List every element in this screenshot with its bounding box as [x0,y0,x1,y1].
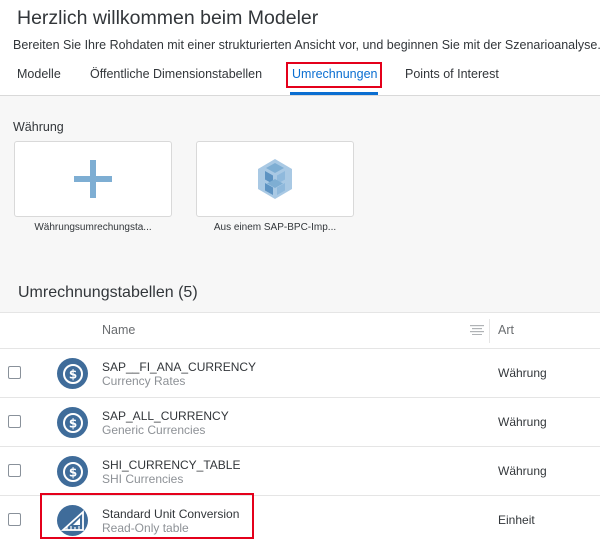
tab-public-dimension-tables[interactable]: Öffentliche Dimensionstabellen [90,67,262,81]
conversion-tables-title: Umrechnungstabellen (5) [18,284,198,301]
table-row[interactable]: Standard Unit Conversion Read-Only table… [0,493,600,544]
sort-icon[interactable] [470,325,484,335]
row-description: Generic Currencies [102,423,206,437]
row-checkbox[interactable] [8,415,21,428]
svg-text:$: $ [68,367,76,381]
tab-highlight-box [286,62,382,88]
row-checkbox[interactable] [8,366,21,379]
column-header-type[interactable]: Art [498,323,514,337]
row-type: Währung [498,366,547,380]
create-currency-table-caption: Währungsumrechungsta... [34,222,152,233]
table-header: Name Art [0,312,600,348]
column-header-name[interactable]: Name [102,323,135,337]
svg-text:$: $ [68,416,76,430]
cube-icon [258,159,292,199]
row-type: Währung [498,464,547,478]
import-from-bpc-tile[interactable] [196,141,354,217]
tab-points-of-interest[interactable]: Points of Interest [405,67,499,81]
row-name[interactable]: SHI_CURRENCY_TABLE [102,458,240,472]
row-type: Einheit [498,513,535,527]
plus-icon [74,160,112,198]
tab-modelle[interactable]: Modelle [17,67,61,81]
table-row[interactable]: $ SAP__FI_ANA_CURRENCY Currency Rates Wä… [0,348,600,397]
currency-icon: $ [57,358,88,389]
page-header: Herzlich willkommen beim Modeler Bereite… [0,0,600,95]
row-name[interactable]: Standard Unit Conversion [102,507,239,521]
row-checkbox[interactable] [8,513,21,526]
row-name[interactable]: SAP_ALL_CURRENCY [102,409,229,423]
row-name[interactable]: SAP__FI_ANA_CURRENCY [102,360,256,374]
currency-icon: $ [57,407,88,438]
page-title: Herzlich willkommen beim Modeler [17,7,319,29]
unit-conversion-icon [57,505,88,536]
row-description: Currency Rates [102,374,186,388]
create-currency-table-tile[interactable] [14,141,172,217]
currency-icon: $ [57,456,88,487]
table-row[interactable]: $ SAP_ALL_CURRENCY Generic Currencies Wä… [0,397,600,446]
conversion-table: Name Art $ SAP__FI_ANA_CURRENCY Currency… [0,312,600,544]
row-description: Read-Only table [102,521,189,535]
row-checkbox[interactable] [8,464,21,477]
column-divider [489,319,490,343]
import-from-bpc-caption: Aus einem SAP-BPC-Imp... [213,222,337,233]
page-subtitle: Bereiten Sie Ihre Rohdaten mit einer str… [13,38,600,52]
currency-section-label: Währung [13,120,64,134]
table-row[interactable]: $ SHI_CURRENCY_TABLE SHI Currencies Währ… [0,446,600,495]
row-description: SHI Currencies [102,472,184,486]
svg-text:$: $ [68,465,76,479]
row-type: Währung [498,415,547,429]
